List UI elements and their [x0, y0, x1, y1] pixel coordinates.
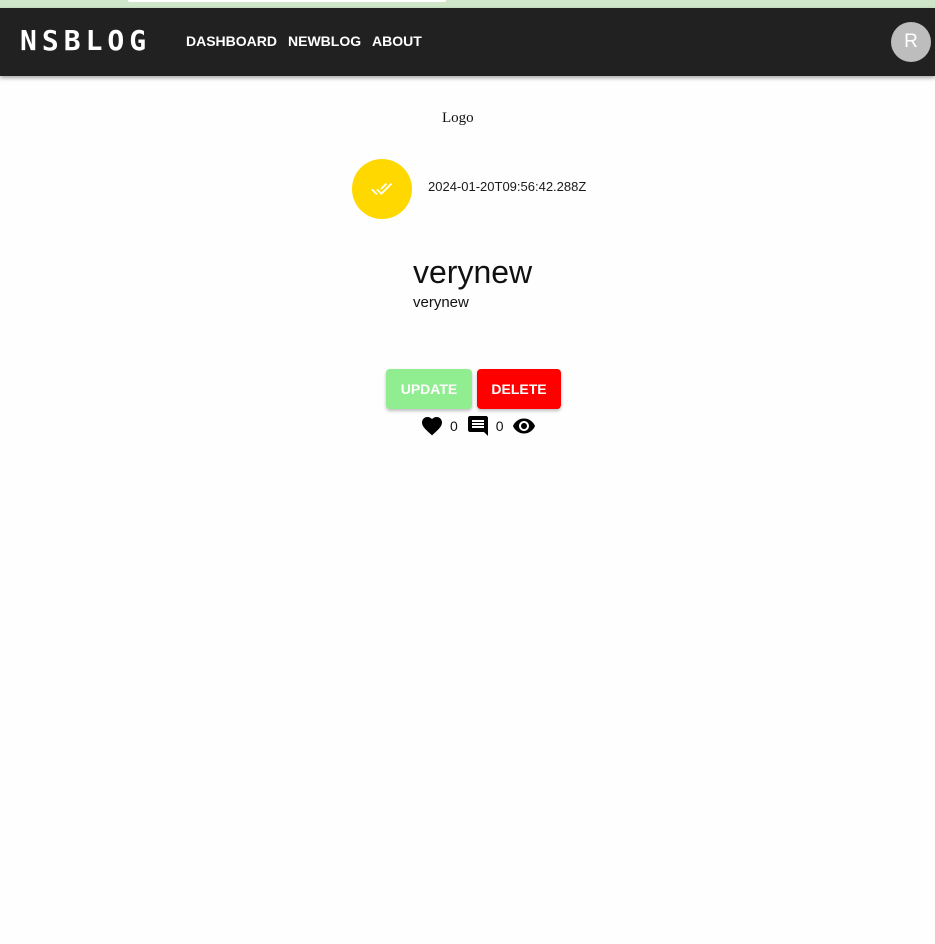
comment-icon[interactable]: [466, 414, 490, 438]
browser-top-strip: [0, 0, 935, 8]
eye-icon: [512, 414, 536, 438]
nav-link-about[interactable]: ABOUT: [372, 32, 422, 50]
update-button[interactable]: UPDATE: [386, 369, 472, 409]
delete-button[interactable]: DELETE: [477, 369, 561, 409]
nav-link-newblog[interactable]: NEWBLOG: [288, 32, 361, 50]
post-title: verynew: [413, 254, 533, 290]
user-avatar[interactable]: R: [891, 22, 931, 62]
logo-alt-text: Logo: [442, 109, 474, 126]
brand-logo[interactable]: NSBLOG: [20, 24, 151, 58]
post-stats: 0 0: [420, 414, 536, 438]
logo-image: Logo: [442, 109, 474, 127]
likes-count: 0: [450, 418, 458, 434]
done-all-icon: [371, 182, 393, 195]
nav-link-dashboard[interactable]: DASHBOARD: [186, 32, 277, 50]
browser-tab-edge: [128, 0, 446, 2]
status-badge: [352, 159, 412, 219]
post-body: verynew: [413, 294, 469, 311]
comments-count: 0: [495, 418, 504, 434]
heart-icon[interactable]: [420, 414, 444, 438]
post-timestamp: 2024-01-20T09:56:42.288Z: [428, 179, 587, 194]
app-navbar: NSBLOG DASHBOARD NEWBLOG ABOUT R: [0, 8, 935, 76]
